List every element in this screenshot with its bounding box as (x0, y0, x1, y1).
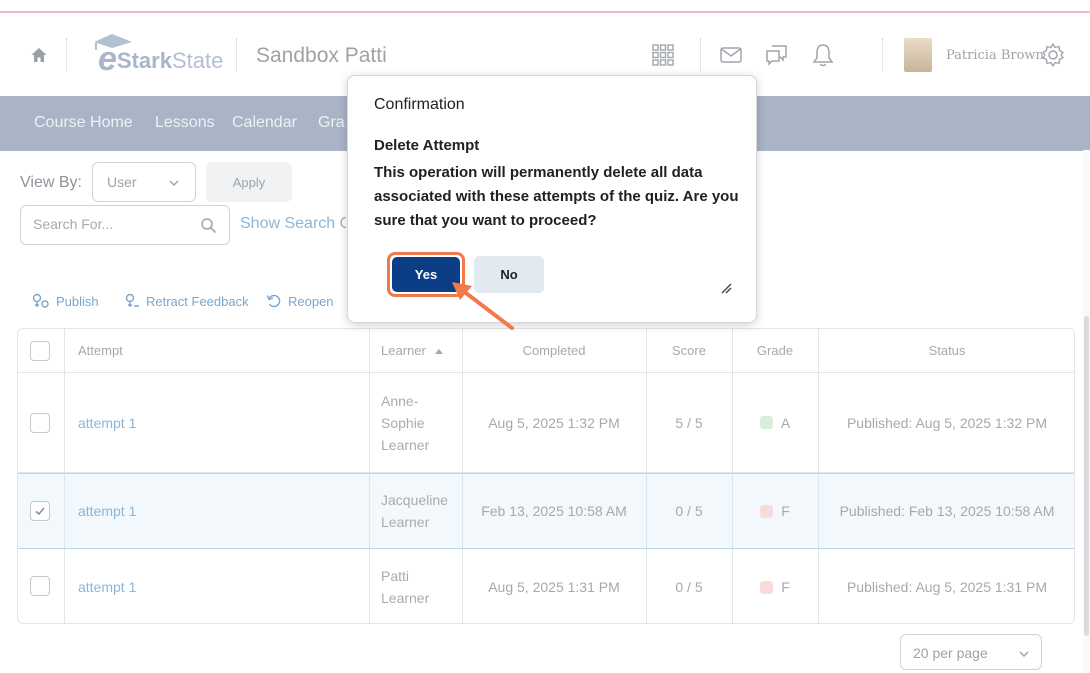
grade-color-chip (759, 416, 773, 429)
scrollbar-thumb[interactable] (1084, 316, 1089, 636)
checkmark-icon (35, 507, 45, 516)
top-accent-line (0, 0, 1090, 14)
row-checkbox[interactable] (30, 576, 50, 596)
nav-course-home[interactable]: Course Home (34, 114, 133, 132)
nav-grades[interactable]: Gra (318, 114, 345, 132)
table-row: attempt 1 Anne- Sophie Learner Aug 5, 20… (18, 373, 1074, 473)
view-by-select[interactable]: User (92, 162, 196, 202)
row-checkbox-checked[interactable] (30, 501, 50, 521)
learner-name-line: Patti (381, 568, 410, 584)
status: Published: Aug 5, 2025 1:31 PM (846, 579, 1048, 595)
header-learner-sort[interactable]: Learner (381, 329, 473, 372)
apply-button[interactable]: Apply (206, 162, 292, 202)
attempt-link[interactable]: attempt 1 (78, 503, 136, 519)
reopen-label: Reopen (288, 293, 334, 309)
attempt-link[interactable]: attempt 1 (78, 579, 136, 595)
dialog-heading: Delete Attempt (374, 137, 480, 154)
mail-icon[interactable] (718, 42, 744, 68)
graduation-cap-icon (94, 34, 132, 50)
sort-ascending-icon (434, 348, 443, 354)
header-status: Status (928, 343, 966, 358)
dialog-title: Confirmation (374, 96, 465, 113)
table-row-selected: attempt 1 Jacqueline Learner Feb 13, 202… (18, 473, 1074, 549)
grade: F (781, 503, 790, 519)
select-all-checkbox[interactable] (30, 341, 50, 361)
learner-name-line: Anne- (381, 392, 419, 409)
header-completed: Completed (522, 343, 586, 358)
home-icon[interactable] (30, 46, 48, 64)
search-input[interactable] (33, 216, 183, 232)
chat-icon[interactable] (764, 42, 790, 68)
publish-action[interactable]: Publish (32, 293, 99, 309)
grade: F (781, 579, 790, 595)
attempt-link[interactable]: attempt 1 (78, 415, 136, 431)
header-divider (236, 38, 237, 72)
score: 5 / 5 (675, 414, 703, 431)
nav-lessons[interactable]: Lessons (155, 114, 215, 132)
learner-name-line: Learner (381, 514, 430, 530)
dialog-message: This operation will permanently delete a… (374, 164, 739, 229)
publish-label: Publish (56, 293, 99, 309)
status: Published: Aug 5, 2025 1:32 PM (846, 414, 1048, 431)
learner-name-line: Learner (381, 436, 430, 453)
header-grade: Grade (756, 343, 794, 358)
nav-calendar[interactable]: Calendar (232, 114, 297, 132)
completed-date: Aug 5, 2025 1:32 PM (488, 414, 620, 431)
completed-date: Aug 5, 2025 1:31 PM (488, 579, 620, 595)
row-checkbox[interactable] (30, 413, 50, 433)
search-icon[interactable] (200, 217, 217, 234)
header-score: Score (672, 343, 706, 358)
score: 0 / 5 (675, 579, 703, 595)
apps-grid-icon[interactable] (650, 42, 676, 68)
course-title[interactable]: Sandbox Patti (256, 44, 387, 68)
school-logo[interactable]: e Stark State (86, 34, 224, 76)
publish-icon (32, 293, 49, 308)
header-learner: Learner (381, 343, 426, 358)
attempts-table: Attempt Learner Completed Score Grade St… (17, 328, 1075, 624)
avatar[interactable] (904, 38, 932, 72)
header-divider (66, 38, 67, 72)
table-row: attempt 1 Patti Learner Aug 5, 2025 1:31… (18, 549, 1074, 623)
show-search-options-link[interactable]: Show Search Options (240, 215, 346, 233)
grade-color-chip (760, 504, 774, 518)
chevron-down-icon (169, 180, 179, 187)
reopen-action[interactable]: Reopen (266, 293, 334, 309)
view-by-label: View By: (20, 174, 82, 191)
completed-date: Feb 13, 2025 10:58 AM (481, 503, 627, 519)
user-name[interactable]: Patricia Brown (946, 48, 1044, 63)
retract-feedback-icon (125, 293, 139, 307)
score: 0 / 5 (675, 503, 703, 519)
reopen-icon (266, 294, 281, 308)
retract-feedback-label: Retract Feedback (146, 293, 249, 309)
header-attempt: Attempt (78, 343, 123, 358)
confirmation-dialog: Confirmation Delete Attempt This operati… (347, 75, 757, 323)
status: Published: Feb 13, 2025 10:58 AM (839, 503, 1055, 519)
grade: A (780, 414, 791, 431)
resize-handle-icon[interactable] (720, 282, 732, 294)
retract-feedback-action[interactable]: Retract Feedback (124, 293, 249, 309)
search-box[interactable] (20, 205, 230, 245)
table-header-row: Attempt Learner Completed Score Grade St… (18, 329, 1074, 373)
bell-icon[interactable] (810, 42, 836, 68)
view-by-value: User (107, 174, 137, 190)
header-divider (700, 38, 701, 72)
chevron-down-icon (1019, 651, 1029, 658)
per-page-select[interactable]: 20 per page (900, 634, 1042, 670)
grade-color-chip (760, 580, 774, 594)
annotation-arrow-icon (452, 282, 514, 330)
learner-name-line: Jacqueline (381, 492, 448, 508)
header-divider (882, 38, 883, 72)
logo-state: State (171, 48, 224, 73)
learner-name-line: Learner (381, 590, 430, 606)
per-page-value: 20 per page (913, 645, 988, 661)
learner-name-line: Sophie (381, 414, 425, 431)
gear-icon[interactable] (1040, 42, 1066, 68)
